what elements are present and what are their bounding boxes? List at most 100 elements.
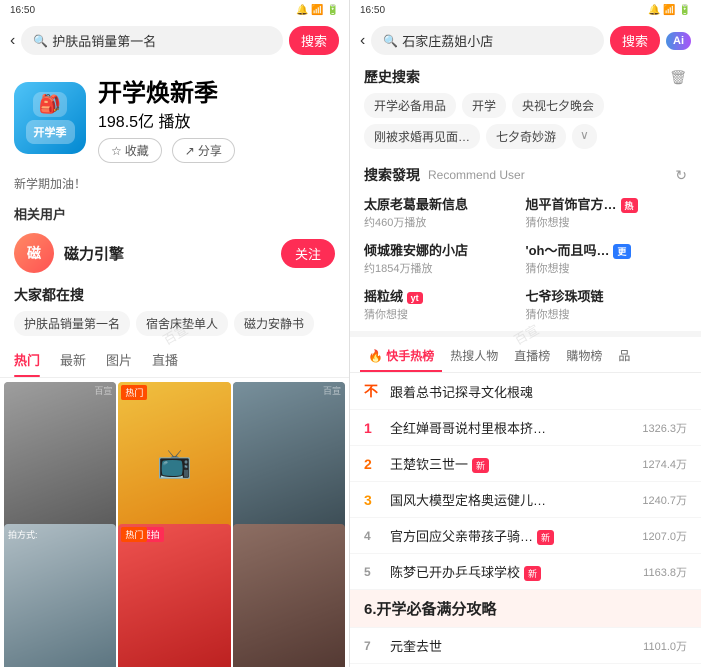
hero-title: 开学焕新季 xyxy=(98,73,235,108)
discover-item-2[interactable]: 旭平首饰官方…热 猜你想搜 xyxy=(526,189,688,235)
hot-list: 不 跟着总书记探寻文化根魂 1 全红婵哥哥说村里根本挤… 1326.3万 2 王… xyxy=(350,373,701,667)
tab-live[interactable]: 直播 xyxy=(152,342,178,377)
hot-rank-3: 3 xyxy=(364,492,384,508)
hot-text-3: 国风大模型定格奥运健儿… xyxy=(390,490,638,509)
hot-item-1[interactable]: 1 全红婵哥哥说村里根本挤… 1326.3万 xyxy=(350,410,701,446)
history-search-title: 歷史搜索 xyxy=(364,67,420,87)
hero-info: 开学焕新季 198.5亿 播放 ☆ 收藏 ↗ 分享 xyxy=(98,73,235,163)
hot-rank-special: 不 xyxy=(364,381,384,401)
discover-title: 搜索發現 xyxy=(364,165,420,185)
history-tag-1[interactable]: 开学必备用品 xyxy=(364,93,456,118)
trash-icon[interactable]: 🗑 xyxy=(669,69,687,86)
video-thumb-2[interactable]: 热门 📺 ♡ 3212 xyxy=(118,382,230,544)
discover-item-6[interactable]: 七爷珍珠项链 猜你想搜 xyxy=(526,281,688,327)
related-users-title: 相关用户 xyxy=(0,200,349,227)
hot-text-4: 官方回应父亲带孩子骑…新 xyxy=(390,526,638,545)
right-panel: 百宣 16:50 🔔 📶 🔋 ‹ 🔍 石家庄荔姐小店 搜索 Ai 歷史搜索 🗑 … xyxy=(350,0,701,667)
discover-grid: 太原老葛最新信息 约460万播放 旭平首饰官方…热 猜你想搜 倾城雅安娜的小店 … xyxy=(350,189,701,327)
popular-search-section: 大家都在搜 护肤品销量第一名 宿舍床垫单人 磁力安静书 xyxy=(0,279,349,342)
collect-button[interactable]: ☆ 收藏 xyxy=(98,138,162,163)
hot-item-6[interactable]: 6.开学必备满分攻略 xyxy=(350,590,701,628)
discover-header: 搜索發現 Recommend User ↻ xyxy=(350,161,701,189)
video-thumb-6[interactable]: 明天开学… xyxy=(233,524,345,667)
hot-tab-trending[interactable]: 🔥 快手热榜 xyxy=(360,341,442,372)
video-thumb-1[interactable]: 开学不都是9月1号吗 ♡ 32.3万 百宣 xyxy=(4,382,116,544)
right-search-text: 石家庄荔姐小店 xyxy=(402,31,493,50)
tab-hot[interactable]: 热门 xyxy=(14,342,40,377)
hot-rank-2: 2 xyxy=(364,456,384,472)
follow-button[interactable]: 关注 xyxy=(281,239,335,268)
star-icon: ☆ xyxy=(111,144,122,158)
hot-text-2: 王楚钦三世一新 xyxy=(390,454,638,473)
history-tag-5[interactable]: 七夕奇妙游 xyxy=(486,124,566,149)
hot-tab-live[interactable]: 直播榜 xyxy=(506,341,558,372)
left-search-button[interactable]: 搜索 xyxy=(289,26,339,55)
hot-item-3[interactable]: 3 国风大模型定格奥运健儿… 1240.7万 xyxy=(350,482,701,518)
hot-item-7[interactable]: 7 元奎去世 1101.0万 xyxy=(350,628,701,664)
hero-subtext: 新学期加油！ xyxy=(0,175,349,200)
video-thumb-4[interactable]: 拍方式: xyxy=(4,524,116,667)
history-more-button[interactable]: ∨ xyxy=(572,124,597,149)
video-thumb-3[interactable]: ♡ 37.9万 百宣 xyxy=(233,382,345,544)
hot-badge: 热 xyxy=(621,198,638,213)
hot-tabs: 🔥 快手热榜 热搜人物 直播榜 購物榜 品 xyxy=(350,337,701,373)
popular-tag-2[interactable]: 宿舍床垫单人 xyxy=(136,311,228,336)
discover-item-5[interactable]: 摇粒绒 yt 猜你想搜 xyxy=(364,281,526,327)
right-time: 16:50 xyxy=(360,5,385,16)
user-avatar: 磁 xyxy=(14,233,54,273)
discover-item-4-sub: 猜你想搜 xyxy=(526,260,688,276)
right-search-button[interactable]: 搜索 xyxy=(610,26,660,55)
hot-item-special[interactable]: 不 跟着总书记探寻文化根魂 xyxy=(350,373,701,410)
popular-tag-3[interactable]: 磁力安静书 xyxy=(234,311,314,336)
tab-images[interactable]: 图片 xyxy=(106,342,132,377)
hero-play-count: 198.5亿 播放 xyxy=(98,108,235,132)
hero-icon: 🎒 开学季 xyxy=(14,82,86,154)
right-back-button[interactable]: ‹ xyxy=(360,32,365,50)
hot-count-2: 1274.4万 xyxy=(642,456,687,472)
tab-latest[interactable]: 最新 xyxy=(60,342,86,377)
left-status-bar: 16:50 🔔 📶 🔋 xyxy=(0,0,349,20)
left-back-button[interactable]: ‹ xyxy=(10,32,15,50)
new-badge-4: 新 xyxy=(537,530,554,545)
left-search-bar: ‹ 🔍 护肤品销量第一名 搜索 xyxy=(0,20,349,61)
hot-tab-people[interactable]: 热搜人物 xyxy=(442,341,506,372)
history-tag-2[interactable]: 开学 xyxy=(462,93,506,118)
content-tabs: 热门 最新 图片 直播 xyxy=(0,342,349,378)
discover-item-3-sub: 约1854万播放 xyxy=(364,260,526,276)
discover-item-1-sub: 约460万播放 xyxy=(364,214,526,230)
history-search-header: 歷史搜索 🗑 xyxy=(350,61,701,91)
history-tag-3[interactable]: 央视七夕晚会 xyxy=(512,93,604,118)
hero-icon-label: 开学季 xyxy=(26,120,75,144)
hot-item-2[interactable]: 2 王楚钦三世一新 1274.4万 xyxy=(350,446,701,482)
more-badge: 更 xyxy=(613,244,630,259)
popular-tag-1[interactable]: 护肤品销量第一名 xyxy=(14,311,130,336)
hot-section: 🔥 快手热榜 热搜人物 直播榜 購物榜 品 不 跟着总书记探寻文化根魂 1 全红… xyxy=(350,337,701,667)
history-tag-4[interactable]: 刚被求婚再见面… xyxy=(364,124,480,149)
right-search-input-wrap[interactable]: 🔍 石家庄荔姐小店 xyxy=(371,26,604,55)
hot-item-5[interactable]: 5 陈梦已开办乒乓球学校新 1163.8万 xyxy=(350,554,701,590)
hot-count-4: 1207.0万 xyxy=(642,528,687,544)
video-grid: 开学不都是9月1号吗 ♡ 32.3万 百宣 热门 📺 ♡ 3212 xyxy=(0,378,349,667)
refresh-icon[interactable]: ↻ xyxy=(675,167,687,184)
hot-count-3: 1240.7万 xyxy=(642,492,687,508)
yt-badge: yt xyxy=(407,292,423,304)
left-time: 16:50 xyxy=(10,5,35,16)
hot-text-5: 陈梦已开办乒乓球学校新 xyxy=(390,562,639,581)
hero-card: 🎒 开学季 开学焕新季 198.5亿 播放 ☆ 收藏 ↗ 分享 xyxy=(0,61,349,175)
discover-item-4[interactable]: 'oh～而且吗…更 猜你想搜 xyxy=(526,235,688,281)
hot-count-7: 1101.0万 xyxy=(643,638,687,654)
left-search-input-wrap[interactable]: 🔍 护肤品销量第一名 xyxy=(21,26,283,55)
discover-item-1[interactable]: 太原老葛最新信息 约460万播放 xyxy=(364,189,526,235)
history-tags: 开学必备用品 开学 央视七夕晚会 刚被求婚再见面… 七夕奇妙游 ∨ xyxy=(350,91,701,157)
right-status-bar: 16:50 🔔 📶 🔋 xyxy=(350,0,701,20)
hot-text-1: 全红婵哥哥说村里根本挤… xyxy=(390,418,638,437)
discover-item-3[interactable]: 倾城雅安娜的小店 约1854万播放 xyxy=(364,235,526,281)
discover-item-5-title: 摇粒绒 yt xyxy=(364,286,526,305)
hot-tab-more[interactable]: 品 xyxy=(610,341,638,372)
new-badge-2: 新 xyxy=(472,458,489,473)
share-button[interactable]: ↗ 分享 xyxy=(172,138,235,163)
hot-item-4[interactable]: 4 官方回应父亲带孩子骑…新 1207.0万 xyxy=(350,518,701,554)
hot-tab-shop[interactable]: 購物榜 xyxy=(558,341,610,372)
video-thumb-5[interactable]: ●我要拍 热门 xyxy=(118,524,230,667)
popular-search-title: 大家都在搜 xyxy=(14,285,335,305)
